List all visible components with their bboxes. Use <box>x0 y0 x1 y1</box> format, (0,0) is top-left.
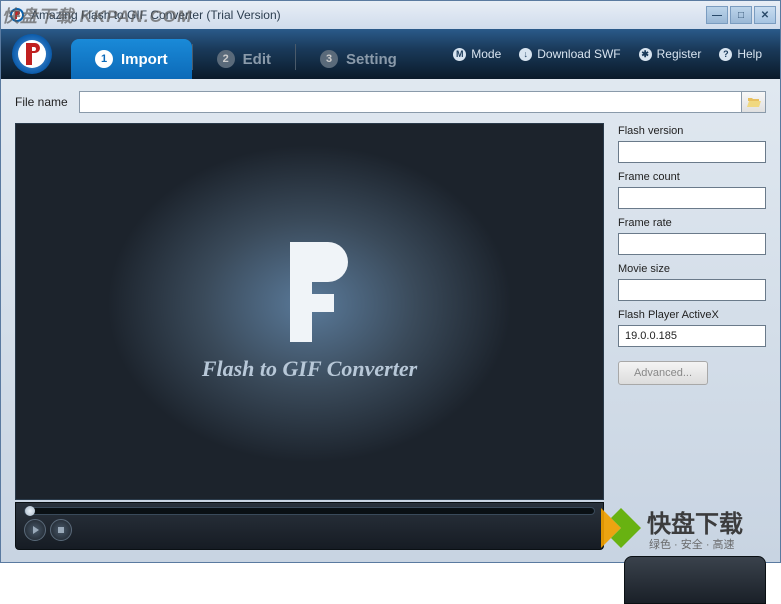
help-label: Help <box>737 47 762 61</box>
flash-logo-icon <box>270 242 350 342</box>
window-title: Amazing Flash to GIF Converter (Trial Ve… <box>31 8 706 22</box>
download-swf-link[interactable]: ↓ Download SWF <box>519 47 620 61</box>
app-logo-icon <box>11 33 53 75</box>
control-buttons <box>24 519 595 541</box>
help-link[interactable]: ? Help <box>719 47 762 61</box>
minimize-button[interactable]: — <box>706 6 728 24</box>
movie-size-label: Movie size <box>618 263 766 275</box>
movie-size-field[interactable] <box>618 279 766 301</box>
tab-edit[interactable]: 2 Edit <box>193 39 295 79</box>
browse-button[interactable] <box>742 91 766 113</box>
download-label: Download SWF <box>537 47 620 61</box>
top-links: M Mode ↓ Download SWF ✱ Register ? Help <box>453 47 762 61</box>
playback-controls <box>15 502 604 550</box>
app-small-icon <box>9 7 25 23</box>
filename-label: File name <box>15 95 79 109</box>
flash-version-label: Flash version <box>618 125 766 137</box>
frame-count-label: Frame count <box>618 171 766 183</box>
activex-field[interactable] <box>618 325 766 347</box>
frame-rate-field[interactable] <box>618 233 766 255</box>
play-button[interactable] <box>24 519 46 541</box>
window-controls: — □ ✕ <box>706 6 776 24</box>
tab-import-num: 1 <box>95 50 113 68</box>
maximize-button[interactable]: □ <box>730 6 752 24</box>
seek-thumb[interactable] <box>25 506 35 516</box>
titlebar: Amazing Flash to GIF Converter (Trial Ve… <box>1 1 780 29</box>
seek-bar[interactable] <box>24 507 595 515</box>
preview-caption: Flash to GIF Converter <box>202 356 417 382</box>
filename-row: File name <box>15 91 766 113</box>
frame-rate-label: Frame rate <box>618 217 766 229</box>
tab-edit-label: Edit <box>243 51 271 68</box>
advanced-button[interactable]: Advanced... <box>618 361 708 385</box>
register-label: Register <box>657 47 702 61</box>
next-big-button[interactable] <box>624 556 766 604</box>
preview-pane: Flash to GIF Converter <box>15 123 604 500</box>
mode-label: Mode <box>471 47 501 61</box>
filename-input[interactable] <box>79 91 742 113</box>
app-window: Amazing Flash to GIF Converter (Trial Ve… <box>0 0 781 563</box>
tab-setting[interactable]: 3 Setting <box>296 39 421 79</box>
tab-edit-num: 2 <box>217 50 235 68</box>
stop-button[interactable] <box>50 519 72 541</box>
activex-label: Flash Player ActiveX <box>618 309 766 321</box>
tab-import-label: Import <box>121 51 168 68</box>
register-icon: ✱ <box>639 48 652 61</box>
tabs: 1 Import 2 Edit 3 Setting <box>71 29 421 79</box>
preview-column: Flash to GIF Converter <box>15 123 604 550</box>
mode-icon: M <box>453 48 466 61</box>
play-icon <box>33 526 39 534</box>
stop-icon <box>58 527 64 533</box>
download-icon: ↓ <box>519 48 532 61</box>
flash-version-field[interactable] <box>618 141 766 163</box>
frame-count-field[interactable] <box>618 187 766 209</box>
folder-open-icon <box>747 96 761 108</box>
close-button[interactable]: ✕ <box>754 6 776 24</box>
mode-link[interactable]: M Mode <box>453 47 501 61</box>
tab-setting-num: 3 <box>320 50 338 68</box>
help-icon: ? <box>719 48 732 61</box>
tab-setting-label: Setting <box>346 51 397 68</box>
main-area: Flash to GIF Converter Flash version Fra… <box>15 123 766 550</box>
body: File name Flash to GIF Converter <box>1 79 780 562</box>
header: 1 Import 2 Edit 3 Setting M Mode ↓ Downl… <box>1 29 780 79</box>
register-link[interactable]: ✱ Register <box>639 47 702 61</box>
info-sidebar: Flash version Frame count Frame rate Mov… <box>618 123 766 550</box>
tab-import[interactable]: 1 Import <box>71 39 192 79</box>
